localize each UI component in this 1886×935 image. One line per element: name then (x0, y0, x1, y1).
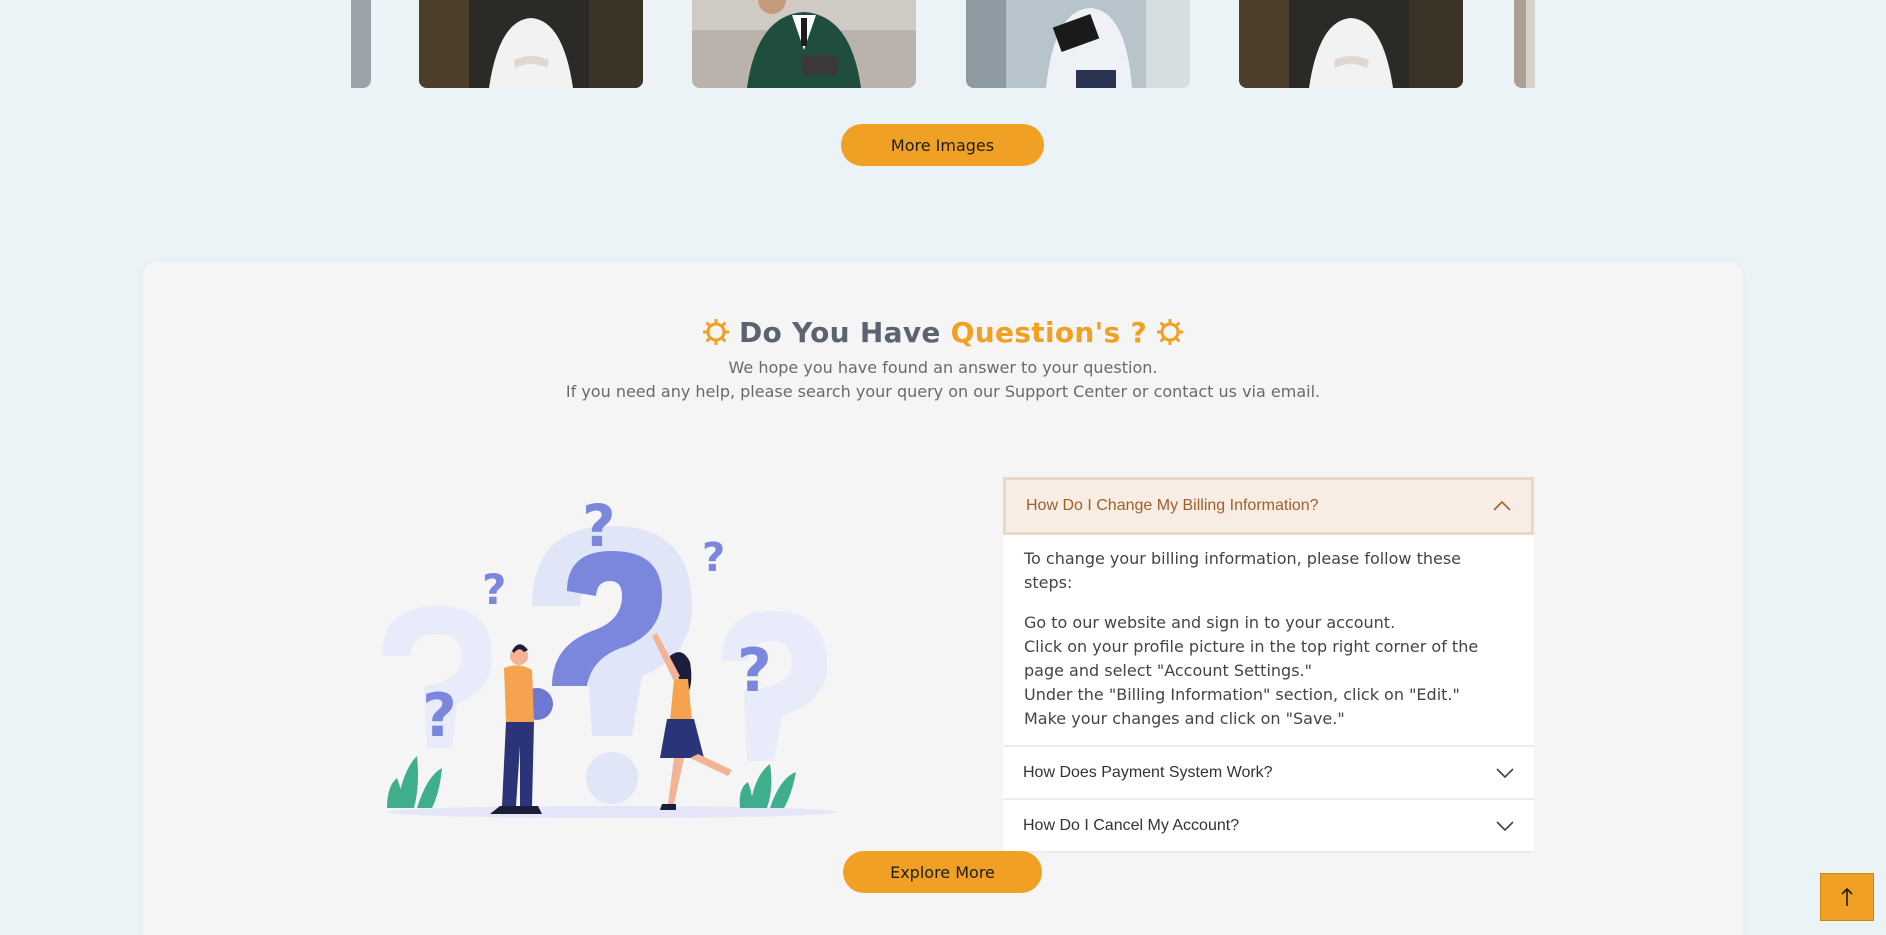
faq-question: How Do I Change My Billing Information? (1026, 497, 1319, 514)
svg-text:?: ? (422, 681, 457, 751)
gear-icon (702, 319, 729, 345)
gallery-image[interactable] (1239, 0, 1463, 88)
svg-text:?: ? (482, 565, 506, 614)
faq-question: How Do I Cancel My Account? (1023, 816, 1240, 834)
faq-title-accent: Question's ? (950, 315, 1148, 349)
faq-subtitle: We hope you have found an answer to your… (0, 356, 1886, 404)
faq-answer: To change your billing information, plea… (1003, 535, 1534, 745)
chevron-down-icon (1496, 767, 1514, 778)
faq-answer-steps: Go to our website and sign in to your ac… (1024, 611, 1514, 731)
faq-item: How Do I Change My Billing Information? … (1003, 477, 1534, 747)
faq-question: How Does Payment System Work? (1023, 763, 1273, 781)
faq-question-header[interactable]: How Do I Change My Billing Information? (1003, 477, 1534, 535)
faq-question-header[interactable]: How Do I Cancel My Account? (1003, 800, 1534, 851)
faq-accordion: How Do I Change My Billing Information? … (1003, 477, 1534, 853)
questions-illustration: ? ? ? ? ? (382, 492, 837, 818)
faq-item: How Do I Cancel My Account? (1003, 800, 1534, 853)
image-gallery (351, 0, 1535, 88)
faq-answer-step: Go to our website and sign in to your ac… (1024, 613, 1396, 632)
faq-header: Do You Have Question's ? We hope you hav… (0, 312, 1886, 404)
more-images-button[interactable]: More Images (841, 124, 1044, 166)
faq-answer-intro: To change your billing information, plea… (1024, 549, 1462, 592)
gallery-image[interactable] (692, 0, 916, 88)
chevron-up-icon (1493, 501, 1511, 511)
gallery-image[interactable] (966, 0, 1190, 88)
svg-text:?: ? (582, 492, 616, 560)
faq-subtitle-line: We hope you have found an answer to your… (728, 358, 1158, 377)
faq-answer-step: Under the "Billing Information" section,… (1024, 685, 1460, 704)
svg-text:?: ? (737, 636, 772, 706)
faq-title-main: Do You Have (738, 315, 941, 349)
explore-more-button[interactable]: Explore More (843, 851, 1042, 893)
faq-question-header[interactable]: How Does Payment System Work? (1003, 747, 1534, 798)
gallery-image[interactable] (419, 0, 643, 88)
gallery-image[interactable] (351, 0, 371, 88)
scroll-to-top-button[interactable] (1820, 873, 1874, 921)
chevron-down-icon (1496, 820, 1514, 831)
faq-answer-step: Make your changes and click on "Save." (1024, 709, 1345, 728)
faq-subtitle-line: If you need any help, please search your… (565, 382, 1321, 401)
gear-icon (1157, 319, 1184, 345)
arrow-up-icon (1841, 887, 1853, 906)
gallery-image[interactable] (1514, 0, 1535, 88)
svg-text:?: ? (702, 535, 725, 581)
faq-title: Do You Have Question's ? (0, 312, 1886, 352)
faq-item: How Does Payment System Work? (1003, 747, 1534, 800)
faq-answer-step: Click on your profile picture in the top… (1024, 637, 1479, 680)
